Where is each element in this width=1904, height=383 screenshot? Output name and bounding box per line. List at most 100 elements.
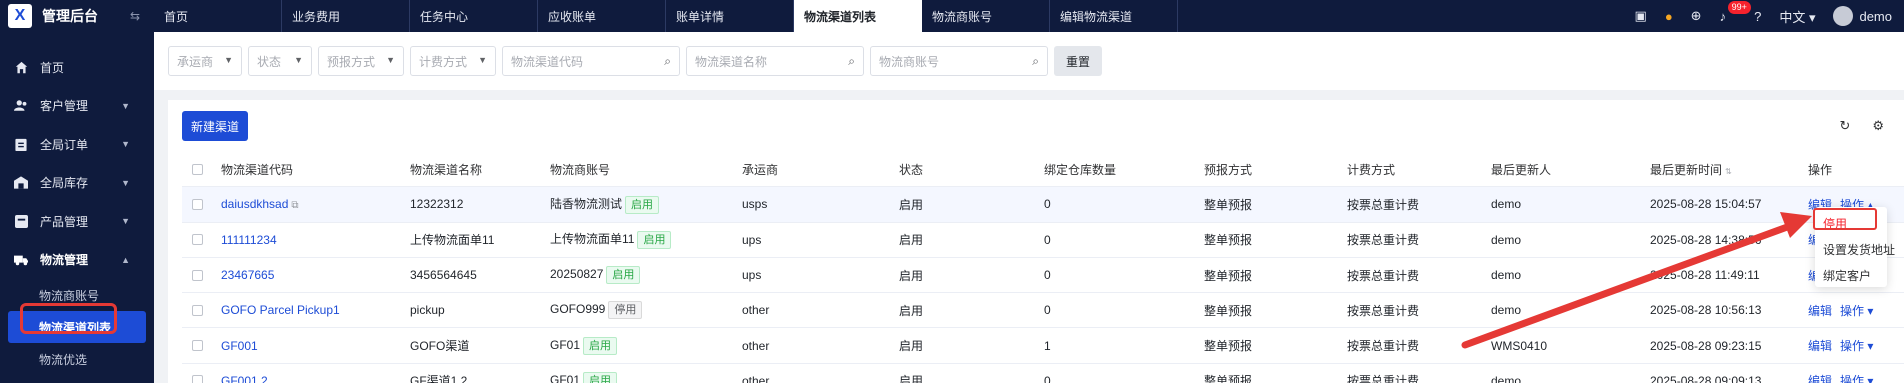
billing-select[interactable]: 计费方式 ▼ [410,46,496,76]
column-header-sortable[interactable]: 最后更新时间 ⇅ [1642,161,1800,178]
notification-badge: 99+ [1727,0,1751,14]
chevron-down-icon: ▼ [121,177,130,188]
channel-code-link[interactable]: daiusdkhsad [221,197,288,211]
channel-code-cell: GF001.2 [213,374,402,383]
channel-code-cell: GF001 [213,339,402,353]
column-header: 计费方式 [1347,162,1396,177]
channel-name-cell: 上传物流面单11 [410,233,495,248]
channel-code-link[interactable]: GF001 [221,339,258,353]
sidebar-item-home[interactable]: 首页 [0,48,154,87]
carrier-cell: usps [742,197,768,212]
sidebar-item-label: 产品管理 [40,214,89,229]
sidebar-item-inventory[interactable]: 全局库存 ▼ [0,164,154,203]
row-checkbox[interactable] [192,304,203,316]
collapse-icon[interactable]: ⇆ [130,9,140,23]
edit-link[interactable]: 编辑 [1808,304,1832,318]
reset-button[interactable]: 重置 [1054,46,1102,76]
account-cell: GF01 启用 [542,371,734,383]
annotation-highlight-box [20,303,117,334]
sidebar-item-label: 物流管理 [40,253,89,268]
avatar[interactable] [1833,6,1854,26]
dropdown-item-bind-customer[interactable]: 绑定客户 [1815,262,1887,288]
column-header: 物流商账号 [550,162,611,177]
row-checkbox[interactable] [192,198,203,210]
sidebar-subitem-optimization[interactable]: 物流优选 [0,343,154,375]
channel-code-link[interactable]: 111111234 [221,233,277,247]
updated-time-cell: 2025-08-28 10:56:13 [1650,303,1762,318]
carrier-cell: ups [742,232,762,247]
robot-icon[interactable]: ● [1665,9,1673,24]
briefcase-icon[interactable]: ▣ [1635,8,1647,24]
ops-label: 操作 [1840,303,1865,318]
refresh-icon[interactable]: ↻ [1839,118,1850,134]
new-channel-button[interactable]: 新建渠道 [182,111,248,141]
sidebar-item-label: 首页 [40,60,65,75]
chevron-up-icon: ▲ [121,254,130,265]
warehouse-count-cell: 0 [1044,373,1051,383]
tab-label: 物流商账号 [932,9,993,24]
edit-link[interactable]: 编辑 [1808,374,1832,383]
select-placeholder: 预报方式 [327,54,376,69]
channel-code-link[interactable]: GF001.2 [221,374,268,383]
sort-icon[interactable]: ⇅ [1725,167,1732,176]
annotation-highlight-box [1813,208,1877,230]
bell-icon[interactable]: ♪ 99+ [1720,0,1751,24]
edit-link[interactable]: 编辑 [1808,339,1832,353]
row-checkbox[interactable] [192,375,203,383]
tab-task-center[interactable]: 任务中心 [410,0,538,32]
ops-menu-link[interactable]: 操作 ▾ [1840,374,1873,383]
language-selector[interactable]: 中文 ▾ [1779,7,1815,26]
status-select[interactable]: 状态 ▼ [248,46,312,76]
row-checkbox[interactable] [192,234,203,246]
tab-channel-list[interactable]: 物流渠道列表 [794,0,922,32]
download-icon[interactable]: ⊕ [1691,8,1702,24]
row-checkbox[interactable] [192,340,203,352]
copy-icon[interactable]: ⧉ [291,200,298,211]
chevron-down-icon: ▼ [386,55,395,65]
help-icon[interactable]: ? [1754,9,1761,24]
updater-cell: demo [1491,373,1522,383]
channel-code-link[interactable]: GOFO Parcel Pickup1 [221,303,340,317]
chevron-down-icon: ▼ [121,139,130,150]
forecast-select[interactable]: 预报方式 ▼ [318,46,404,76]
ops-menu-link[interactable]: 操作 ▾ [1840,304,1873,318]
carrier-account-input[interactable]: 物流商账号 ⌕ [870,46,1048,76]
search-icon[interactable]: ⌕ [848,54,855,69]
dropdown-item-set-ship-address[interactable]: 设置发货地址 [1815,236,1895,262]
ops-cell: 编辑操作 ▾ [1800,372,1880,383]
sidebar-item-customers[interactable]: 客户管理 ▼ [0,87,154,126]
sidebar-item-label: 全局订单 [40,137,89,152]
chevron-down-icon: ▼ [294,55,303,65]
logo-icon: X [8,4,32,28]
account-cell: 20250827 启用 [542,266,734,285]
tab-receivable-bills[interactable]: 应收账单 [538,0,666,32]
search-icon[interactable]: ⌕ [1032,54,1039,69]
tab-business-fees[interactable]: 业务费用 [282,0,410,32]
search-icon[interactable]: ⌕ [664,54,671,69]
sidebar-item-logistics[interactable]: 物流管理 ▲ [0,241,154,280]
carrier-select[interactable]: 承运商 ▼ [168,46,242,76]
sidebar-item-orders[interactable]: 全局订单 ▼ [0,125,154,164]
billing-cell: 按票总重计费 [1347,233,1420,248]
tab-home[interactable]: 首页 [154,0,282,32]
row-checkbox[interactable] [192,269,203,281]
select-all-checkbox[interactable] [192,163,203,175]
column-settings-icon[interactable]: ⚙ [1872,118,1884,134]
channel-code-input[interactable]: 物流渠道代码 ⌕ [502,46,680,76]
ops-menu-link[interactable]: 操作 ▾ [1840,339,1873,353]
account-name: GOFO999 [550,302,606,317]
updated-time-cell: 2025-08-28 09:23:15 [1650,338,1762,353]
warehouse-count-cell: 0 [1044,197,1051,212]
sidebar-item-products[interactable]: 产品管理 ▼ [0,202,154,241]
channel-code-link[interactable]: 23467665 [221,268,274,282]
home-icon [14,60,28,74]
username[interactable]: demo [1859,9,1892,24]
channel-name-input[interactable]: 物流渠道名称 ⌕ [686,46,864,76]
tab-edit-channel[interactable]: 编辑物流渠道 [1050,0,1178,32]
product-icon [14,214,28,228]
tab-bill-details[interactable]: 账单详情 [666,0,794,32]
tab-carrier-accounts[interactable]: 物流商账号 [922,0,1050,32]
app-title: 管理后台 [42,8,98,24]
select-placeholder: 承运商 [177,54,214,69]
channel-name-cell: pickup [410,303,445,318]
